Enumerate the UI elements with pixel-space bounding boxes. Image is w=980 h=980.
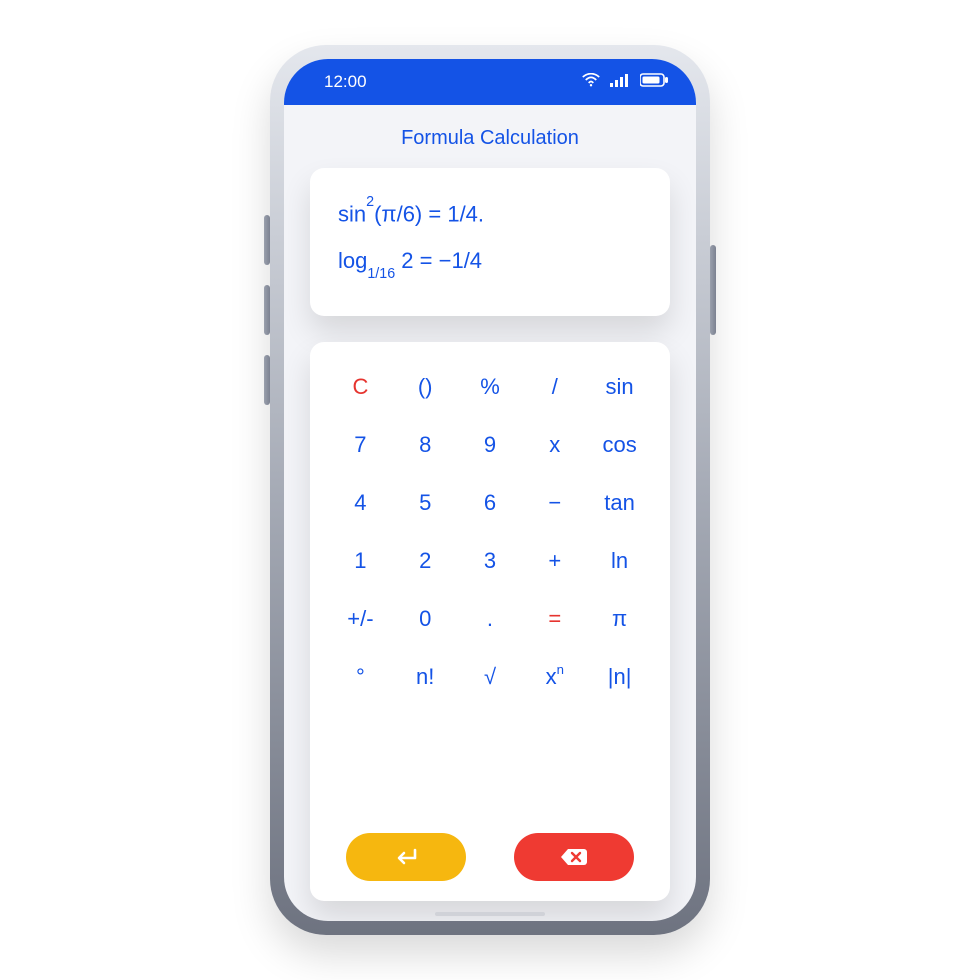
battery-icon — [640, 72, 668, 92]
formula-line-1: sin2(π/6) = 1/4. — [338, 200, 642, 229]
plus-key[interactable]: + — [522, 532, 587, 590]
sqrt-key[interactable]: √ — [458, 648, 523, 706]
clear-key[interactable]: C — [328, 358, 393, 416]
screen: 12:00 — [284, 59, 696, 921]
phone-frame: 12:00 — [270, 45, 710, 935]
enter-button[interactable] — [346, 833, 466, 881]
factorial-key[interactable]: n! — [393, 648, 458, 706]
volume-down-button[interactable] — [264, 285, 270, 335]
power-key[interactable]: xn — [522, 648, 587, 706]
backspace-icon — [559, 847, 589, 867]
status-time: 12:00 — [324, 72, 367, 92]
key-0[interactable]: 0 — [393, 590, 458, 648]
formula-display: sin2(π/6) = 1/4. log1/16 2 = −1/4 — [310, 168, 670, 316]
side-button[interactable] — [264, 355, 270, 405]
percent-key[interactable]: % — [458, 358, 523, 416]
formula-line-2: log1/16 2 = −1/4 — [338, 247, 642, 279]
cos-key[interactable]: cos — [587, 416, 652, 474]
paren-key[interactable]: () — [393, 358, 458, 416]
key-2[interactable]: 2 — [393, 532, 458, 590]
multiply-key[interactable]: x — [522, 416, 587, 474]
key-8[interactable]: 8 — [393, 416, 458, 474]
key-9[interactable]: 9 — [458, 416, 523, 474]
wifi-icon — [582, 72, 600, 92]
status-bar: 12:00 — [284, 59, 696, 105]
signal-icon — [610, 72, 630, 92]
key-4[interactable]: 4 — [328, 474, 393, 532]
volume-up-button[interactable] — [264, 215, 270, 265]
sign-key[interactable]: +/- — [328, 590, 393, 648]
divide-key[interactable]: / — [522, 358, 587, 416]
page-title: Formula Calculation — [284, 105, 696, 168]
key-1[interactable]: 1 — [328, 532, 393, 590]
decimal-key[interactable]: . — [458, 590, 523, 648]
sin-key[interactable]: sin — [587, 358, 652, 416]
backspace-button[interactable] — [514, 833, 634, 881]
minus-key[interactable]: − — [522, 474, 587, 532]
power-button[interactable] — [710, 245, 716, 335]
key-3[interactable]: 3 — [458, 532, 523, 590]
status-icons — [582, 72, 668, 92]
home-indicator[interactable] — [435, 912, 545, 916]
enter-icon — [393, 847, 419, 867]
key-grid: C()%/sin 789xcos 456−tan 123+ln +/-0.=π °n!√x… — [328, 358, 652, 829]
home-indicator-area — [284, 901, 696, 921]
equals-key[interactable]: = — [522, 590, 587, 648]
key-6[interactable]: 6 — [458, 474, 523, 532]
abs-key[interactable]: |n| — [587, 648, 652, 706]
tan-key[interactable]: tan — [587, 474, 652, 532]
keypad-panel: C()%/sin 789xcos 456−tan 123+ln +/-0.=π °n!√x… — [310, 342, 670, 901]
key-7[interactable]: 7 — [328, 416, 393, 474]
ln-key[interactable]: ln — [587, 532, 652, 590]
pi-key[interactable]: π — [587, 590, 652, 648]
degree-key[interactable]: ° — [328, 648, 393, 706]
key-5[interactable]: 5 — [393, 474, 458, 532]
